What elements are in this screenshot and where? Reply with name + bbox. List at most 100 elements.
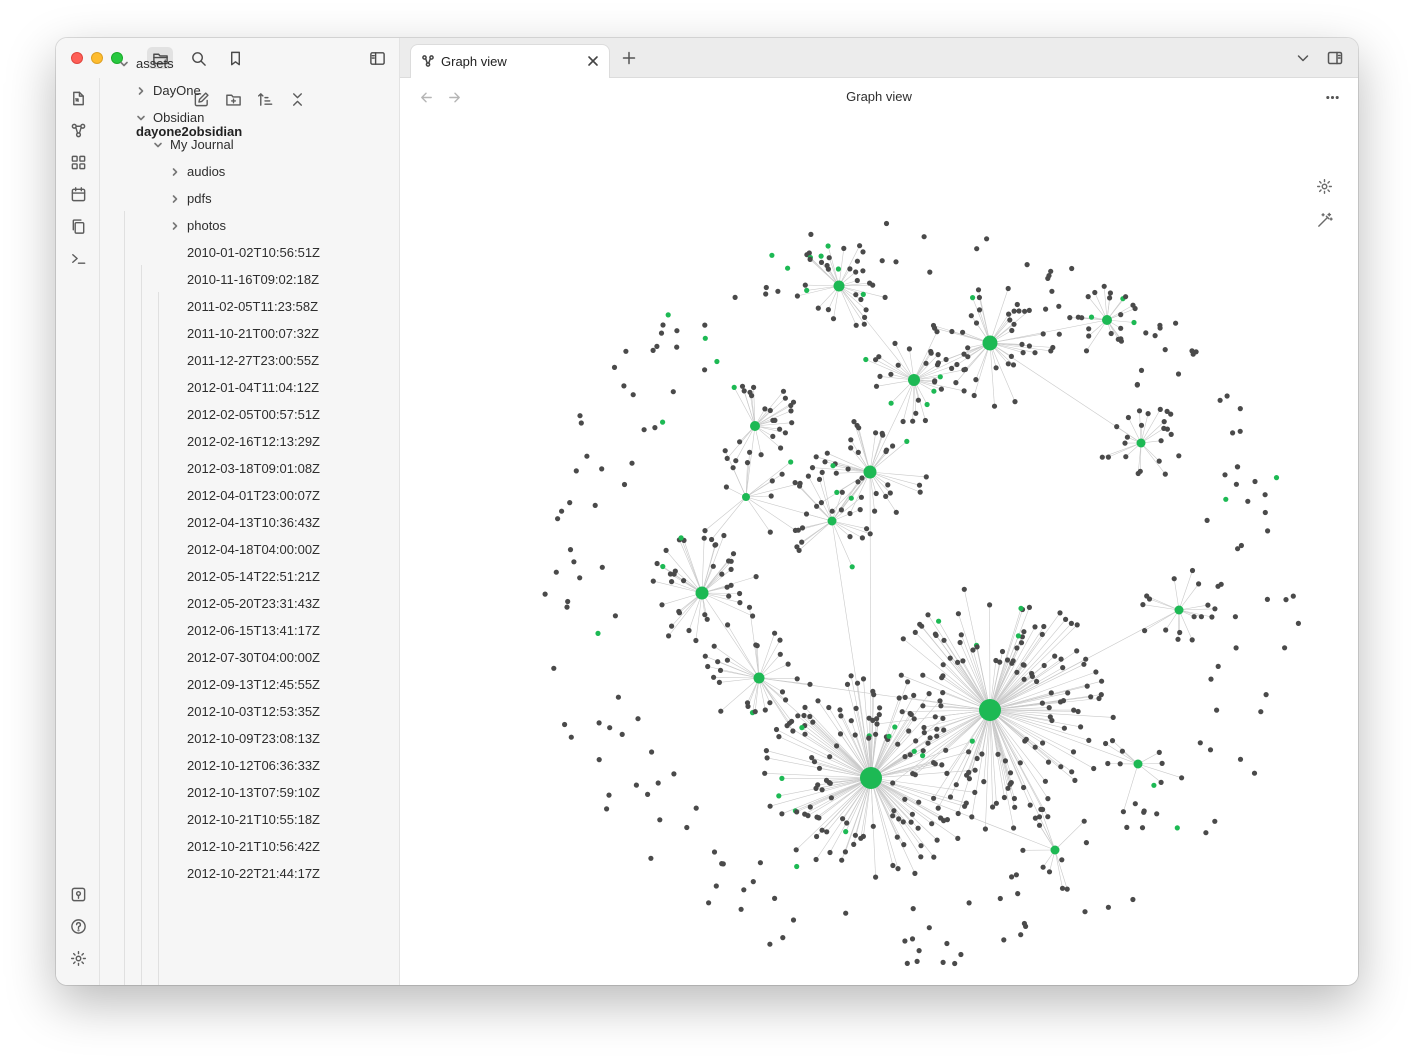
graph-node[interactable] — [1011, 308, 1017, 314]
graph-node[interactable] — [969, 814, 975, 820]
file-item[interactable]: 2012-03-18T09:01:08Z — [100, 455, 399, 482]
graph-node[interactable] — [823, 777, 830, 784]
graph-node[interactable] — [883, 448, 889, 455]
graph-node[interactable] — [936, 618, 942, 624]
graph-node[interactable] — [772, 630, 778, 636]
graph-node[interactable] — [542, 591, 548, 597]
graph-node[interactable] — [931, 795, 937, 801]
graph-node[interactable] — [920, 748, 926, 754]
graph-node[interactable] — [655, 780, 661, 786]
graph-node[interactable] — [741, 887, 747, 893]
graph-node[interactable] — [1002, 758, 1009, 764]
graph-node[interactable] — [1049, 717, 1055, 724]
graph-node[interactable] — [1105, 760, 1111, 767]
graph-node[interactable] — [777, 651, 783, 657]
graph-node[interactable] — [1233, 481, 1239, 487]
graph-node[interactable] — [654, 560, 660, 567]
graph-node[interactable] — [1173, 320, 1179, 326]
graph-node[interactable] — [935, 352, 941, 358]
graph-node[interactable] — [848, 445, 854, 451]
graph-node[interactable] — [1159, 760, 1165, 767]
graph-node[interactable] — [895, 362, 901, 368]
graph-hub-node[interactable] — [1136, 438, 1146, 448]
graph-node[interactable] — [1029, 670, 1035, 677]
graph-node[interactable] — [816, 476, 823, 482]
graph-node[interactable] — [913, 410, 919, 416]
graph-node[interactable] — [652, 425, 658, 431]
file-item[interactable]: 2011-10-21T00:07:32Z — [100, 320, 399, 347]
graph-node[interactable] — [1063, 616, 1069, 622]
file-item[interactable]: 2012-01-04T11:04:12Z — [100, 374, 399, 401]
graph-node[interactable] — [916, 948, 922, 954]
graph-node[interactable] — [649, 749, 655, 755]
graph-node[interactable] — [1045, 759, 1052, 765]
graph-node[interactable] — [1014, 301, 1020, 308]
graph-node[interactable] — [934, 329, 940, 335]
graph-node[interactable] — [767, 803, 773, 809]
graph-node[interactable] — [839, 857, 845, 863]
graph-node[interactable] — [921, 730, 927, 736]
graph-node[interactable] — [612, 613, 618, 619]
graph-node[interactable] — [1099, 454, 1105, 460]
graph-node[interactable] — [739, 383, 746, 389]
graph-node[interactable] — [1019, 341, 1025, 347]
file-item[interactable]: 2012-04-01T23:00:07Z — [100, 482, 399, 509]
graph-node[interactable] — [713, 542, 719, 548]
graph-node[interactable] — [792, 480, 798, 486]
graph-node[interactable] — [859, 475, 865, 481]
graph-node[interactable] — [931, 388, 937, 394]
graph-node[interactable] — [1174, 825, 1180, 831]
graph-node[interactable] — [810, 719, 816, 725]
graph-node[interactable] — [1005, 361, 1011, 367]
graph-node[interactable] — [562, 721, 568, 728]
graph-node[interactable] — [772, 417, 778, 423]
graph-node[interactable] — [814, 814, 820, 820]
graph-node[interactable] — [1074, 648, 1080, 654]
graph-node[interactable] — [767, 941, 773, 947]
graph-node[interactable] — [1230, 430, 1236, 436]
terminal-icon[interactable] — [68, 248, 88, 268]
graph-node[interactable] — [621, 383, 627, 389]
graph-node[interactable] — [693, 805, 699, 811]
graph-node[interactable] — [793, 847, 799, 853]
graph-node[interactable] — [1175, 371, 1182, 377]
chevron-right-icon[interactable] — [135, 77, 147, 104]
graph-node[interactable] — [780, 388, 787, 394]
graph-node[interactable] — [857, 243, 863, 249]
graph-node[interactable] — [937, 374, 943, 380]
graph-node[interactable] — [674, 328, 680, 334]
graph-node[interactable] — [769, 252, 775, 258]
settings-icon[interactable] — [68, 948, 88, 968]
graph-node[interactable] — [1156, 749, 1162, 756]
graph-node[interactable] — [776, 793, 782, 799]
graph-node[interactable] — [769, 478, 775, 484]
graph-node[interactable] — [895, 866, 901, 872]
graph-node[interactable] — [902, 796, 908, 802]
graph-node[interactable] — [657, 817, 663, 823]
graph-node[interactable] — [876, 354, 882, 360]
graph-node[interactable] — [641, 427, 647, 433]
graph-node[interactable] — [737, 590, 743, 597]
graph-node[interactable] — [975, 287, 982, 293]
graph-node[interactable] — [838, 713, 844, 719]
graph-node[interactable] — [848, 718, 854, 724]
file-item[interactable]: 2012-06-15T13:41:17Z — [100, 617, 399, 644]
graph-node[interactable] — [749, 393, 755, 399]
graph-node[interactable] — [1101, 283, 1107, 289]
graph-node[interactable] — [741, 388, 747, 394]
graph-node[interactable] — [1092, 289, 1098, 296]
graph-node[interactable] — [813, 454, 819, 460]
graph-node[interactable] — [1138, 367, 1145, 373]
graph-node[interactable] — [926, 925, 932, 931]
graph-node[interactable] — [949, 328, 955, 335]
graph-node[interactable] — [802, 704, 808, 711]
graph-node[interactable] — [686, 627, 692, 634]
folder-item[interactable]: audios — [100, 158, 399, 185]
graph-node[interactable] — [790, 728, 796, 734]
graph-node[interactable] — [1036, 822, 1043, 828]
graph-node[interactable] — [567, 500, 573, 506]
graph-node[interactable] — [1083, 840, 1089, 846]
graph-node[interactable] — [1015, 633, 1022, 639]
graph-node[interactable] — [1157, 406, 1163, 412]
graph-node[interactable] — [932, 631, 939, 637]
